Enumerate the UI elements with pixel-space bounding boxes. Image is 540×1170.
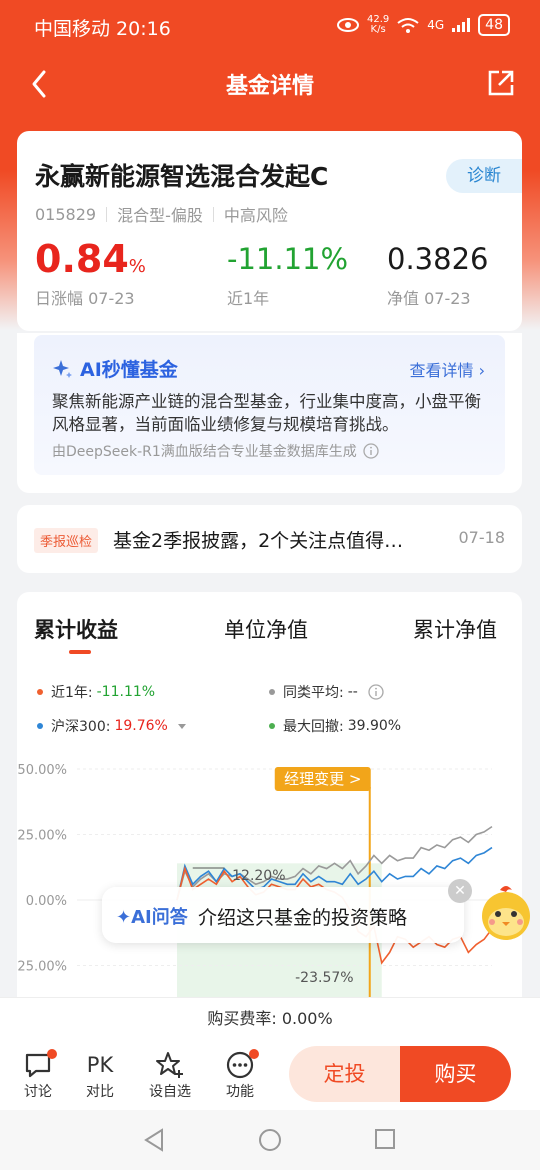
legend-index[interactable]: 沪深300: 19.76% bbox=[37, 716, 188, 736]
nav-value: 0.3826 bbox=[387, 242, 489, 276]
legend-index-dot bbox=[37, 723, 43, 729]
info-icon[interactable] bbox=[363, 443, 379, 459]
legend-fund-dot bbox=[37, 689, 43, 695]
manager-change-label: 经理变更 > bbox=[284, 770, 361, 788]
ai-summary-panel[interactable]: AI秒懂基金 查看详情 › 聚焦新能源产业链的混合型基金，行业集中度高，小盘平衡… bbox=[34, 335, 505, 475]
ai-source-note: 由DeepSeek-R1满血版结合专业基金数据库生成 bbox=[52, 444, 357, 460]
report-date: 07-18 bbox=[458, 528, 506, 547]
year-change-stat: -11.11% 近1年 bbox=[227, 239, 348, 309]
net-speed: 42.9 K/s bbox=[366, 14, 390, 35]
share-icon[interactable] bbox=[486, 68, 516, 98]
y-tick-label: 25.00% bbox=[17, 829, 67, 844]
nav-bar: 基金详情 bbox=[0, 54, 540, 114]
info-icon[interactable] bbox=[368, 684, 384, 700]
tab-cumulative-return[interactable]: 累计收益 bbox=[34, 614, 118, 644]
fund-type: 混合型-偏股 bbox=[117, 206, 203, 225]
legend-fund: 近1年: -11.11% bbox=[37, 682, 155, 702]
fund-meta: 015829 混合型-偏股 中高风险 bbox=[35, 202, 288, 226]
add-watchlist-button[interactable]: 设自选 bbox=[145, 1049, 195, 1101]
legend-peer: 同类平均: -- bbox=[269, 682, 384, 702]
star-plus-icon bbox=[156, 1052, 183, 1078]
daily-change-value: 0.84 bbox=[35, 237, 129, 281]
return-chart[interactable]: 50.00% 25.00% 0.00% -25.00% 经理变更 > 12.20% -23.… bbox=[17, 757, 522, 997]
system-nav-bar bbox=[0, 1110, 540, 1170]
ai-summary-text: 聚焦新能源产业链的混合型基金，行业集中度高，小盘平衡风格显著，当前面临业绩修复与… bbox=[52, 392, 481, 434]
page-title: 基金详情 bbox=[225, 74, 314, 99]
sys-back-icon[interactable] bbox=[143, 1128, 165, 1152]
bottom-action-bar: 讨论 PK 对比 设自选 功能 定投 购买 bbox=[0, 1039, 540, 1110]
signal-icon bbox=[452, 18, 471, 32]
ai-qa-text: 介绍这只基金的投资策略 bbox=[198, 907, 408, 929]
nav-stat: 0.3826 净值 07-23 bbox=[387, 239, 488, 309]
daily-change-label: 日涨幅 07-23 bbox=[35, 289, 135, 308]
sip-button[interactable]: 定投 bbox=[289, 1046, 400, 1102]
status-bar: 中国移动 20:16 42.9 K/s 4G 48 bbox=[0, 0, 540, 54]
fund-code: 015829 bbox=[35, 204, 97, 224]
trough-label: -23.57% bbox=[295, 970, 353, 986]
caret-down-icon bbox=[177, 724, 186, 729]
pk-icon: PK bbox=[86, 1053, 114, 1077]
close-icon[interactable]: ✕ bbox=[448, 879, 472, 903]
eye-icon bbox=[336, 18, 359, 32]
buy-button[interactable]: 购买 bbox=[400, 1046, 511, 1102]
daily-change-stat: 0.84% 日涨幅 07-23 bbox=[35, 237, 146, 308]
fund-name: 永赢新能源智选混合发起C bbox=[35, 162, 329, 191]
mascot-icon[interactable] bbox=[478, 882, 534, 944]
y-tick-label: -25.00% bbox=[17, 960, 67, 975]
compare-label: 对比 bbox=[86, 1084, 114, 1100]
report-title: 基金2季报披露，2个关注点值得… bbox=[113, 530, 404, 552]
performance-chart-card: 累计收益 单位净值 累计净值 近1年: -11.11% 同类平均: -- 沪深300… bbox=[17, 592, 522, 1012]
ai-qa-prompt[interactable]: ✦AI问答 介绍这只基金的投资策略 ✕ bbox=[102, 879, 472, 943]
ai-view-details-link[interactable]: 查看详情 › bbox=[409, 357, 485, 381]
fund-summary-card: 永赢新能源智选混合发起C 诊断 015829 混合型-偏股 中高风险 0.84%… bbox=[17, 131, 522, 331]
legend-drawdown: 最大回撤: 39.90% bbox=[269, 716, 401, 736]
y-tick-label: 50.00% bbox=[17, 763, 67, 778]
discuss-button[interactable]: 讨论 bbox=[13, 1049, 63, 1101]
sparkle-icon: ✦ bbox=[116, 907, 132, 928]
ai-summary-card: AI秒懂基金 查看详情 › 聚焦新能源产业链的混合型基金，行业集中度高，小盘平衡… bbox=[17, 333, 522, 493]
legend-peer-dot bbox=[269, 689, 275, 695]
year-change-value: -11.11% bbox=[227, 242, 349, 276]
notification-badge bbox=[47, 1049, 57, 1059]
fund-risk: 中高风险 bbox=[223, 206, 288, 225]
tab-cumulative-nav[interactable]: 累计净值 bbox=[413, 614, 497, 644]
sys-recents-icon[interactable] bbox=[374, 1128, 396, 1150]
network-type: 4G bbox=[427, 18, 445, 32]
ai-title: AI秒懂基金 bbox=[80, 359, 178, 381]
purchase-fee-bar: 购买费率: 0.00% bbox=[0, 997, 540, 1039]
y-tick-label: 0.00% bbox=[26, 894, 67, 909]
tab-unit-nav[interactable]: 单位净值 bbox=[224, 614, 308, 644]
sparkle-icon bbox=[53, 359, 72, 378]
compare-button[interactable]: PK 对比 bbox=[75, 1049, 125, 1101]
discuss-label: 讨论 bbox=[24, 1084, 52, 1100]
report-tag: 季报巡检 bbox=[34, 528, 99, 553]
nav-label: 净值 07-23 bbox=[387, 289, 471, 308]
carrier-time: 中国移动 20:16 bbox=[34, 18, 171, 40]
chevron-right-icon: › bbox=[478, 361, 485, 380]
watchlist-label: 设自选 bbox=[149, 1084, 191, 1100]
notification-badge bbox=[249, 1049, 259, 1059]
quarterly-report-card[interactable]: 季报巡检 基金2季报披露，2个关注点值得… 07-18 bbox=[17, 505, 522, 573]
diagnose-button[interactable]: 诊断 bbox=[446, 159, 522, 193]
wifi-icon bbox=[397, 18, 419, 33]
active-tab-indicator bbox=[69, 650, 91, 654]
peak-label: 12.20% bbox=[232, 868, 285, 884]
sys-home-icon[interactable] bbox=[258, 1128, 282, 1152]
ai-qa-label: ✦AI问答 bbox=[116, 907, 188, 928]
functions-button[interactable]: 功能 bbox=[215, 1049, 265, 1101]
year-change-label: 近1年 bbox=[227, 289, 270, 308]
functions-label: 功能 bbox=[226, 1084, 254, 1100]
legend-drawdown-dot bbox=[269, 723, 275, 729]
battery-indicator: 48 bbox=[478, 14, 510, 36]
